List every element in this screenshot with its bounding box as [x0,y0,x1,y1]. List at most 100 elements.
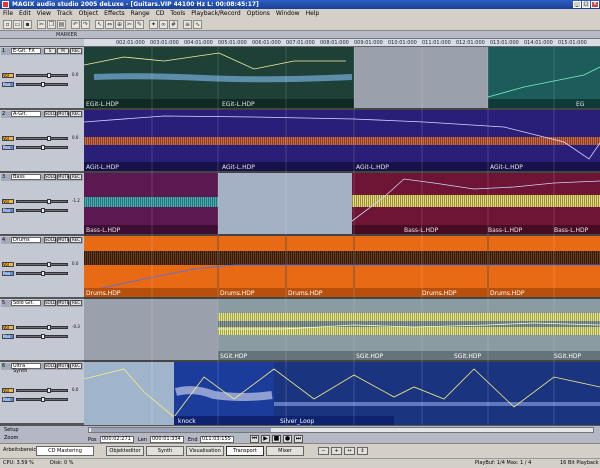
redo-icon[interactable]: ↷ [81,20,90,29]
mute-button[interactable]: MUTE [57,111,69,117]
visualisation-button[interactable]: Visualisation [186,446,224,456]
slider-handle[interactable] [47,262,51,267]
new-file-icon[interactable]: ▫ [3,20,12,29]
pan-slider[interactable] [16,334,68,339]
track-header-4[interactable]: 4 Drums SOLO MUTE REC Vol Pan 0.0 [0,236,84,299]
mute-button[interactable]: M [57,48,69,54]
pan-slider[interactable] [16,82,68,87]
menu-playback-record[interactable]: Playback/Record [191,10,241,17]
track-name[interactable]: A-Git. [11,111,41,117]
mixer-button[interactable]: Mixer [266,446,304,456]
pos-value[interactable]: 000:02:271 [100,436,134,443]
rewind-icon[interactable]: ⏮ [250,435,259,443]
volume-slider[interactable] [16,388,68,393]
track-header-5[interactable]: 5 Solo Git. SOLO MUTE REC Vol Pan -0.3 [0,299,84,362]
zoom-fit-icon[interactable]: ↔ [344,447,355,455]
solo-button[interactable]: SOLO [44,174,56,180]
mastering-select[interactable]: CD Mastering [36,446,94,456]
solo-button[interactable]: SOLO [44,237,56,243]
forward-icon[interactable]: ⏭ [294,435,303,443]
transport-button[interactable]: Transport [226,446,264,456]
stop-icon[interactable]: ■ [272,435,281,443]
track-header-2[interactable]: 2 A-Git. SOLO MUTE REC Vol Pan 0.0 [0,110,84,173]
track-lane-4[interactable]: Drums.HDP Drums.HDP Drums.HDP Drums.HDP … [84,236,600,297]
copy-icon[interactable]: ❐ [47,20,56,29]
mouse-mode-icon[interactable]: ↖ [95,20,104,29]
zoom-all-icon[interactable]: ⇕ [357,447,368,455]
menu-cd[interactable]: CD [156,10,165,17]
solo-button[interactable]: SOLO [44,111,56,117]
volume-slider[interactable] [16,199,68,204]
menu-view[interactable]: View [37,10,51,17]
track-lane-6[interactable]: knock Silver_Loop [84,362,600,425]
zoom-in-icon[interactable]: + [331,447,342,455]
pan-slider[interactable] [16,271,68,276]
menu-file[interactable]: File [3,10,13,17]
pan-slider[interactable] [16,145,68,150]
track-name[interactable]: E-Git. FX [11,48,41,54]
end-value[interactable]: 011:03:155 [200,436,234,443]
pencil-icon[interactable]: ✎ [135,20,144,29]
arrangement-area[interactable]: EGit-L.HDP EGit-L.HDP EG AGit-L.HDP AGit… [84,47,600,425]
slider-handle[interactable] [41,208,45,213]
solo-button[interactable]: S [44,48,56,54]
menu-help[interactable]: Help [306,10,320,17]
slider-handle[interactable] [47,136,51,141]
record-button[interactable]: REC [70,174,82,180]
track-lane-3[interactable]: Bass-L.HDP Bass-L.HDP Bass-L.HDP Bass-L.… [84,173,600,234]
volume-slider[interactable] [16,73,68,78]
menu-edit[interactable]: Edit [19,10,31,17]
record-button[interactable]: REC [70,48,82,54]
slider-handle[interactable] [41,397,45,402]
zoom-icon[interactable]: ⊕ [115,20,124,29]
cut-icon[interactable]: ✂ [37,20,46,29]
record-button[interactable]: REC [70,300,82,306]
slider-handle[interactable] [47,388,51,393]
menu-options[interactable]: Options [247,10,270,17]
effects-icon[interactable]: ✦ [149,20,158,29]
len-value[interactable]: 000:01:334 [150,436,184,443]
record-button[interactable]: REC [70,111,82,117]
curve-icon[interactable]: ∿ [193,20,202,29]
timeline-ruler[interactable]: 002:01:000 003:01:000 004:01:000 005:01:… [84,39,600,47]
record-button[interactable]: REC [70,237,82,243]
pan-slider[interactable] [16,208,68,213]
menu-effects[interactable]: Effects [104,10,124,17]
zoom-label[interactable]: Zoom [4,435,18,441]
mute-button[interactable]: MUTE [57,300,69,306]
pan-slider[interactable] [16,397,68,402]
record-icon[interactable]: ● [283,435,292,443]
track-lane-2[interactable]: AGit-L.HDP AGit-L.HDP AGit-L.HDP AGit-L.… [84,110,600,171]
maximize-button[interactable]: □ [582,1,590,8]
volume-slider[interactable] [16,325,68,330]
slider-handle[interactable] [47,325,51,330]
solo-button[interactable]: SOLO [44,300,56,306]
open-folder-icon[interactable]: ▭ [13,20,22,29]
mute-button[interactable]: MUTE [57,363,69,369]
track-name[interactable]: Bass [11,174,41,180]
slider-handle[interactable] [41,271,45,276]
track-lane-1[interactable]: EGit-L.HDP EGit-L.HDP EG [84,47,600,108]
undo-icon[interactable]: ↶ [71,20,80,29]
grid-icon[interactable]: # [169,20,178,29]
scrollbar-thumb[interactable] [91,428,271,432]
track-header-6[interactable]: 6 Ultra Synth SOLO MUTE REC Vol Pan 0.0 [0,362,84,425]
solo-button[interactable]: SOLO [44,363,56,369]
slider-handle[interactable] [47,199,51,204]
track-lane-5[interactable]: SGit.HDP SGit.HDP SGit.HDP SGit.HDP [84,299,600,360]
paste-icon[interactable]: ▤ [57,20,66,29]
volume-slider[interactable] [16,136,68,141]
scissors-icon[interactable]: ✂ [125,20,134,29]
close-button[interactable]: × [591,1,599,8]
slider-handle[interactable] [47,73,51,78]
setup-label[interactable]: Setup [4,427,19,433]
menu-window[interactable]: Window [276,10,300,17]
menu-range[interactable]: Range [131,10,150,17]
link-icon[interactable]: ∞ [159,20,168,29]
synth-button[interactable]: Synth [146,446,184,456]
menu-tools[interactable]: Tools [170,10,185,17]
slider-handle[interactable] [41,82,45,87]
menu-track[interactable]: Track [57,10,73,17]
track-header-1[interactable]: 1 E-Git. FX S M REC Vol Pan 0.0 [0,47,84,110]
mute-button[interactable]: MUTE [57,174,69,180]
